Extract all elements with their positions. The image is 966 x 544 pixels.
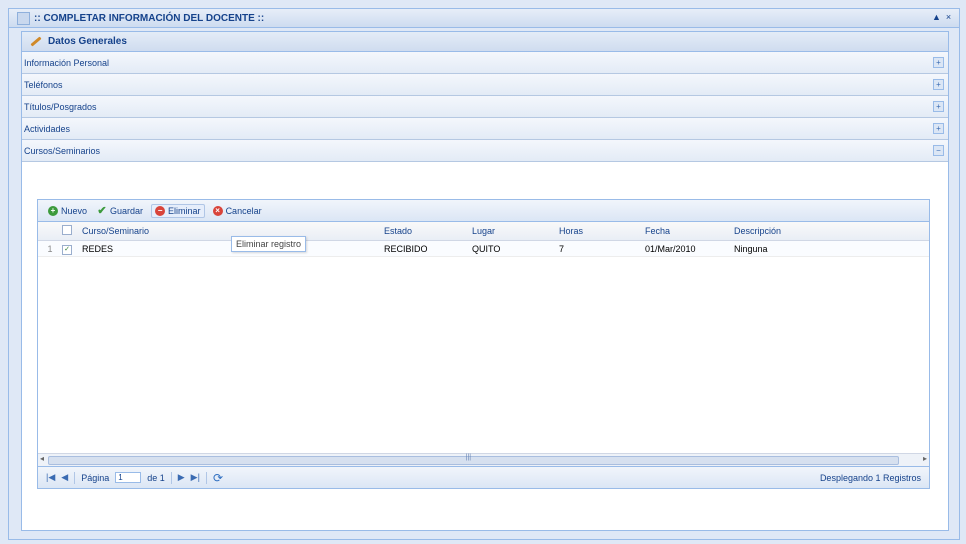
header-fecha[interactable]: Fecha	[645, 226, 734, 236]
first-page-icon[interactable]: |◀	[46, 472, 55, 483]
window-title: :: COMPLETAR INFORMACIÓN DEL DOCENTE ::	[34, 12, 265, 24]
header-estado[interactable]: Estado	[384, 226, 472, 236]
scroll-right-icon[interactable]: ▸	[923, 454, 927, 463]
horizontal-scrollbar[interactable]: ◂ ||| ▸	[38, 453, 929, 466]
last-page-icon[interactable]: ▶|	[191, 472, 200, 483]
expand-icon[interactable]: +	[933, 57, 944, 68]
header-lugar[interactable]: Lugar	[472, 226, 559, 236]
panel-title: Datos Generales	[48, 36, 127, 47]
nuevo-button[interactable]: + Nuevo	[46, 205, 89, 217]
section-label: Cursos/Seminarios	[24, 145, 101, 156]
guardar-button[interactable]: ✔ Guardar	[95, 205, 145, 217]
section-titulos-posgrados[interactable]: Títulos/Posgrados +	[22, 96, 948, 118]
section-label: Información Personal	[24, 57, 110, 68]
grid-toolbar: + Nuevo ✔ Guardar − Eliminar × Cancelar	[38, 200, 929, 222]
row-number: 1	[47, 243, 53, 254]
next-page-icon[interactable]: ▶	[178, 472, 185, 483]
section-cursos-seminarios[interactable]: Cursos/Seminarios −	[22, 140, 948, 162]
close-button[interactable]: ×	[944, 13, 953, 22]
cell-horas: 7	[559, 243, 565, 254]
window-titlebar: :: COMPLETAR INFORMACIÓN DEL DOCENTE :: …	[9, 9, 959, 28]
window-icon	[17, 11, 30, 25]
expand-icon[interactable]: +	[933, 79, 944, 90]
eliminar-button[interactable]: − Eliminar	[151, 203, 205, 218]
section-label: Teléfonos	[24, 79, 63, 90]
cell-fecha: 01/Mar/2010	[645, 243, 696, 254]
section-label: Títulos/Posgrados	[24, 101, 97, 112]
cancel-icon: ×	[212, 205, 223, 216]
prev-page-icon[interactable]: ◀	[61, 472, 68, 483]
section-telefonos[interactable]: Teléfonos +	[22, 74, 948, 96]
eliminar-label: Eliminar	[168, 205, 201, 216]
scroll-left-icon[interactable]: ◂	[40, 454, 44, 463]
remove-icon: −	[155, 205, 166, 216]
section-actividades[interactable]: Actividades +	[22, 118, 948, 140]
guardar-label: Guardar	[110, 205, 144, 216]
grid-header: Curso/Seminario Estado Lugar Horas Fecha…	[38, 222, 929, 241]
cell-estado: RECIBIDO	[384, 243, 428, 254]
select-all-checkbox[interactable]	[62, 225, 76, 237]
section-informacion-personal[interactable]: Información Personal +	[22, 52, 948, 74]
of-label: de 1	[147, 472, 165, 483]
restore-button[interactable]: ▲	[932, 13, 941, 22]
header-descripcion[interactable]: Descripción	[734, 226, 929, 236]
header-curso[interactable]: Curso/Seminario	[76, 226, 384, 236]
collapse-icon[interactable]: −	[933, 145, 944, 156]
page-input[interactable]: 1	[115, 472, 142, 483]
cell-descripcion: Ninguna	[734, 243, 768, 254]
panel-header: Datos Generales	[22, 32, 948, 52]
table-row[interactable]: 1 ✓ REDES RECIBIDO QUITO 7 01/Mar/2010 N…	[38, 241, 929, 257]
display-info: Desplegando 1 Registros	[819, 472, 921, 483]
expand-icon[interactable]: +	[933, 123, 944, 134]
check-icon: ✔	[97, 204, 107, 217]
cell-curso: REDES	[82, 243, 114, 254]
row-checkbox[interactable]: ✓	[62, 243, 76, 255]
pagina-label: Página	[81, 472, 110, 483]
scroll-thumb[interactable]	[48, 456, 899, 465]
cancelar-label: Cancelar	[225, 205, 262, 216]
section-label: Actividades	[24, 123, 71, 134]
header-horas[interactable]: Horas	[559, 226, 645, 236]
cell-lugar: QUITO	[472, 243, 501, 254]
refresh-icon[interactable]: ⟳	[213, 471, 223, 485]
eliminar-tooltip: Eliminar registro	[231, 236, 307, 252]
pencil-icon	[30, 36, 42, 47]
add-icon: +	[48, 205, 58, 216]
scroll-grip-icon: |||	[465, 454, 472, 461]
cursos-grid: + Nuevo ✔ Guardar − Eliminar × Cancelar …	[37, 199, 930, 489]
docente-window: :: COMPLETAR INFORMACIÓN DEL DOCENTE :: …	[8, 8, 960, 540]
paging-toolbar: |◀ ◀ Página 1 de 1 ▶ ▶| ⟳ Desplegando 1 …	[38, 466, 929, 488]
cancelar-button[interactable]: × Cancelar	[211, 205, 264, 217]
expand-icon[interactable]: +	[933, 101, 944, 112]
nuevo-label: Nuevo	[61, 205, 88, 216]
